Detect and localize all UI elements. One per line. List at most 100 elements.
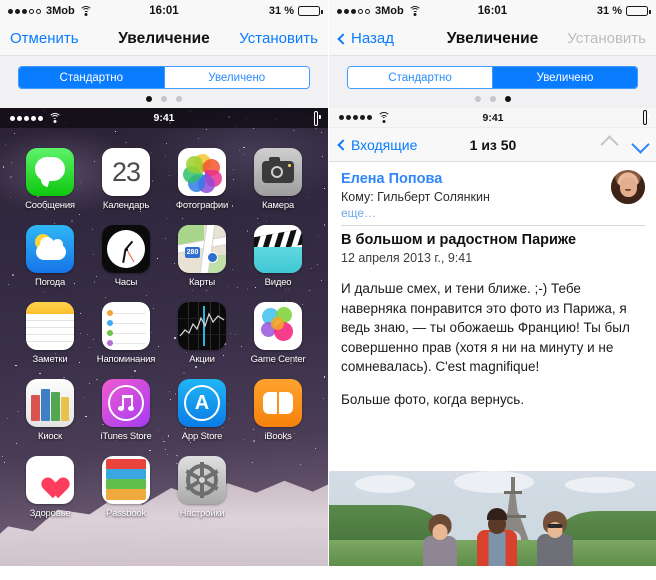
app-label: Часы — [114, 277, 138, 288]
left-host-status-bar: 3Mob 16:01 31 % — [0, 0, 328, 22]
message-nav-group — [600, 135, 650, 154]
segment-standard[interactable]: Стандартно — [19, 67, 164, 88]
app-label: Видео — [264, 277, 292, 288]
app-newsstand[interactable]: Киоск — [12, 379, 88, 442]
weather-icon[interactable] — [26, 225, 74, 273]
right-page-dots[interactable] — [329, 89, 656, 108]
app-label: Камера — [262, 200, 294, 211]
app-ibooks[interactable]: iBooks — [240, 379, 316, 442]
chevron-left-icon — [337, 32, 349, 45]
battery-percent-label: 31 % — [596, 5, 622, 17]
left-panel: 3Mob 16:01 31 % Отменить Увеличение Уста… — [0, 0, 328, 580]
app-photos[interactable]: Фотографии — [164, 148, 240, 211]
app-label: Здоровье — [29, 508, 71, 519]
videos-icon[interactable] — [254, 225, 302, 273]
mail-attachment-photo[interactable] — [329, 471, 656, 566]
sender-avatar[interactable] — [611, 170, 645, 204]
clock-icon[interactable] — [102, 225, 150, 273]
right-navbar: Назад Увеличение Установить — [329, 22, 656, 56]
app-messages[interactable]: Сообщения — [12, 148, 88, 211]
maps-icon[interactable]: 280 — [178, 225, 226, 273]
zoom-mode-segmented-control[interactable]: Стандартно Увеличено — [347, 66, 638, 89]
app-clock[interactable]: Часы — [88, 225, 164, 288]
segment-zoomed[interactable]: Увеличено — [492, 67, 637, 88]
app-store-icon[interactable]: A — [178, 379, 226, 427]
device-time: 9:41 — [482, 111, 504, 124]
app-label: Фотографии — [175, 200, 229, 211]
newsstand-icon[interactable] — [26, 379, 74, 427]
divider — [341, 225, 645, 226]
screenshot-root: 3Mob 16:01 31 % Отменить Увеличение Уста… — [0, 0, 656, 580]
app-notes[interactable]: Заметки — [12, 302, 88, 365]
app-game-center[interactable]: Game Center — [240, 302, 316, 365]
notes-icon[interactable] — [26, 302, 74, 350]
app-videos[interactable]: Видео — [240, 225, 316, 288]
page-dot-3[interactable] — [176, 96, 182, 102]
app-label: Заметки — [32, 354, 68, 365]
device-status-bar: 9:41 — [329, 108, 656, 128]
battery-icon — [626, 6, 651, 16]
passbook-icon[interactable] — [102, 456, 150, 504]
app-health[interactable]: Здоровье — [12, 456, 88, 519]
page-dot-1[interactable] — [474, 96, 481, 102]
device-status-bar: 9:41 — [0, 108, 328, 128]
calendar-icon[interactable]: 23 — [102, 148, 150, 196]
zoom-mode-segmented-control[interactable]: Стандартно Увеличено — [18, 66, 310, 89]
page-dot-3[interactable] — [504, 96, 511, 102]
app-icon-grid: Сообщения 23 Календарь Фотографии Камера… — [0, 128, 328, 519]
app-label: Настройки — [179, 508, 225, 519]
cancel-button[interactable]: Отменить — [10, 30, 79, 47]
app-reminders[interactable]: Напоминания — [88, 302, 164, 365]
itunes-store-icon[interactable] — [102, 379, 150, 427]
stocks-icon[interactable] — [178, 302, 226, 350]
chevron-down-icon[interactable] — [631, 135, 650, 154]
set-button[interactable]: Установить — [239, 30, 318, 47]
sender-name[interactable]: Елена Попова — [341, 171, 645, 187]
health-icon[interactable] — [26, 456, 74, 504]
page-dot-2[interactable] — [489, 96, 496, 102]
app-passbook[interactable]: Passbook — [88, 456, 164, 519]
left-page-dots[interactable] — [0, 89, 328, 108]
photos-icon[interactable] — [178, 148, 226, 196]
status-right-group: 31 % — [269, 5, 323, 17]
ibooks-icon[interactable] — [254, 379, 302, 427]
more-details-link[interactable]: еще… — [341, 206, 645, 220]
segment-standard[interactable]: Стандартно — [348, 67, 492, 88]
page-dot-1[interactable] — [146, 96, 152, 102]
app-stocks[interactable]: Акции — [164, 302, 240, 365]
app-label: Game Center — [250, 354, 306, 365]
app-weather[interactable]: Погода — [12, 225, 88, 288]
segment-zoomed[interactable]: Увеличено — [163, 67, 309, 88]
game-center-icon[interactable] — [254, 302, 302, 350]
recipient-line: Кому: Гильберт Солянкин — [341, 190, 490, 204]
app-calendar[interactable]: 23 Календарь — [88, 148, 164, 211]
app-label: Passbook — [105, 508, 147, 519]
set-button[interactable]: Установить — [567, 30, 646, 47]
camera-icon[interactable] — [254, 148, 302, 196]
back-button-label: Назад — [351, 30, 394, 47]
app-label: Погода — [34, 277, 66, 288]
inbox-label: Входящие — [351, 136, 418, 153]
calendar-day: 23 — [111, 156, 141, 187]
messages-icon[interactable] — [26, 148, 74, 196]
reminders-icon[interactable] — [102, 302, 150, 350]
app-itunes-store[interactable]: iTunes Store — [88, 379, 164, 442]
chevron-up-icon[interactable] — [600, 135, 619, 154]
app-settings[interactable]: Настройки — [164, 456, 240, 519]
app-maps[interactable]: 280 Карты — [164, 225, 240, 288]
inbox-back-button[interactable]: Входящие — [337, 136, 418, 153]
page-dot-2[interactable] — [161, 96, 167, 102]
back-button[interactable]: Назад — [337, 30, 394, 47]
device-battery-icon — [314, 110, 318, 126]
app-label: Напоминания — [96, 354, 156, 365]
settings-icon[interactable] — [178, 456, 226, 504]
person-right — [532, 511, 578, 566]
app-label: Календарь — [102, 200, 150, 211]
mail-paragraph: И дальше смех, и тени ближе. ;-) Тебе на… — [341, 281, 630, 375]
homescreen-preview: 9:41 Сообщения 23 Календарь Фотографии К… — [0, 108, 328, 566]
maps-route-shield: 280 — [185, 247, 200, 258]
status-right-group: 31 % — [596, 5, 651, 17]
app-app-store[interactable]: A App Store — [164, 379, 240, 442]
app-label: iBooks — [264, 431, 292, 442]
app-camera[interactable]: Камера — [240, 148, 316, 211]
